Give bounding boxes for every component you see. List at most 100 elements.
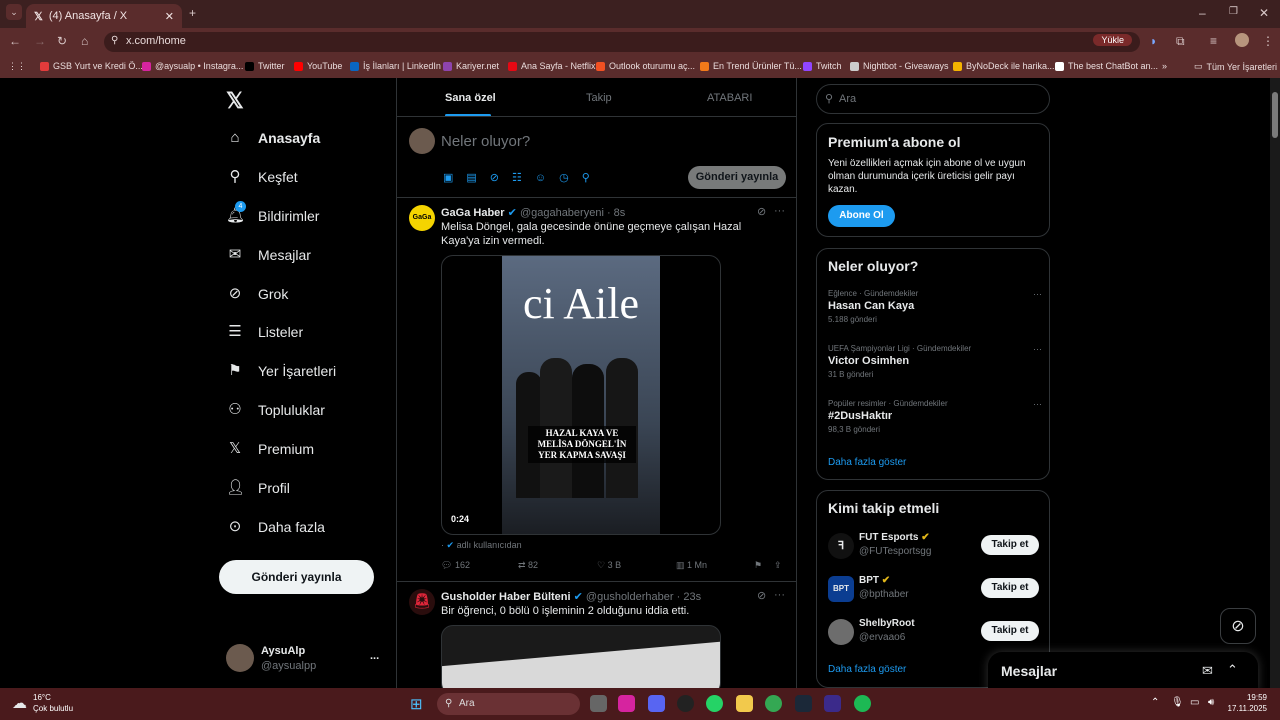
back-icon[interactable]: ←: [9, 34, 21, 48]
expand-icon[interactable]: ⌃: [1227, 662, 1238, 678]
sidebar-item-notifications[interactable]: 🔔︎ 4 Bildirimler: [226, 201, 319, 225]
sidebar-item-bookmarks[interactable]: ⚑ Yer İşaretleri: [226, 362, 336, 380]
whatsapp-app-icon[interactable]: [706, 695, 723, 712]
task-view-icon[interactable]: [590, 695, 607, 712]
sidebar-item-explore[interactable]: ⚲ Keşfet: [226, 168, 298, 186]
file-explorer-icon[interactable]: [736, 695, 753, 712]
chrome-app-icon[interactable]: [765, 695, 782, 712]
post-button[interactable]: Gönderi yayınla: [219, 560, 374, 594]
trend-more-icon[interactable]: ···: [1033, 399, 1042, 409]
bookmark-item[interactable]: İş İlanları | LinkedIn: [350, 61, 441, 71]
profile-avatar-icon[interactable]: [1235, 33, 1249, 47]
forward-icon[interactable]: →: [34, 34, 46, 48]
weather-temp[interactable]: 16°C: [33, 693, 51, 702]
bookmark-item[interactable]: Ana Sayfa - Netflix: [508, 61, 596, 71]
post-author[interactable]: GaGa Haber: [441, 207, 505, 219]
minimize-icon[interactable]: –: [1199, 6, 1206, 20]
follow-button[interactable]: Takip et: [981, 621, 1039, 641]
bookmark-item[interactable]: Twitch: [803, 61, 842, 71]
post-handle[interactable]: @gagahaberyeni: [520, 207, 604, 219]
scrollbar[interactable]: [1270, 78, 1280, 688]
sidebar-item-premium[interactable]: 𝕏 Premium: [226, 440, 314, 458]
bookmark-item[interactable]: Nightbot - Giveaways: [850, 61, 949, 71]
account-menu-icon[interactable]: ...: [370, 650, 379, 662]
microphone-icon[interactable]: 🎙︎: [1171, 697, 1184, 708]
user-avatar[interactable]: [226, 644, 254, 672]
close-window-icon[interactable]: ✕: [1259, 6, 1269, 20]
bookmark-item[interactable]: GSB Yurt ve Kredi Ö...: [40, 61, 143, 71]
tab-close-icon[interactable]: ✕: [165, 10, 174, 23]
weather-desc[interactable]: Çok bulutlu: [33, 704, 73, 713]
x-logo-icon[interactable]: 𝕏: [226, 88, 244, 114]
post-handle[interactable]: @gusholderhaber: [586, 591, 674, 603]
compose-input[interactable]: Neler oluyor?: [441, 133, 530, 150]
instagram-app-icon[interactable]: [618, 695, 635, 712]
tray-chevron-icon[interactable]: ⌃: [1151, 697, 1159, 708]
follow-name[interactable]: ShelbyRoot: [859, 618, 915, 629]
sidebar-item-messages[interactable]: ✉ Mesajlar: [226, 246, 311, 264]
sidebar-item-lists[interactable]: ☰ Listeler: [226, 323, 303, 341]
post-video[interactable]: ci Aile HAZAL KAYA VE MELİSA DÖNGEL'İN Y…: [441, 255, 721, 535]
bookmark-item[interactable]: Twitter: [245, 61, 285, 71]
grok-fab-icon[interactable]: ⊘: [1220, 608, 1256, 644]
riot-app-icon[interactable]: [824, 695, 841, 712]
bookmark-item[interactable]: @aysualp • Instagra...: [142, 61, 243, 71]
bookmark-item[interactable]: Outlook oturumu aç...: [596, 61, 695, 71]
reading-list-icon[interactable]: ≡: [1210, 34, 1217, 48]
new-message-icon[interactable]: ✉: [1202, 663, 1213, 679]
views-button[interactable]: ▥ 1 Mn: [676, 560, 707, 571]
follow-button[interactable]: Takip et: [981, 535, 1039, 555]
repost-button[interactable]: ⇄ 82: [518, 560, 538, 571]
grok-explain-icon[interactable]: ⊘: [757, 205, 766, 218]
bookmark-item[interactable]: The best ChatBot an...: [1055, 61, 1158, 71]
site-info-icon[interactable]: ⚲: [111, 35, 118, 46]
extension-icon[interactable]: ◗: [1150, 34, 1157, 48]
apps-icon[interactable]: ⋮⋮: [8, 61, 26, 72]
follow-show-more[interactable]: Daha fazla göster: [828, 664, 906, 675]
trend-more-icon[interactable]: ···: [1033, 344, 1042, 354]
shelby-avatar[interactable]: [828, 619, 854, 645]
tab-search-icon[interactable]: ⌄: [6, 4, 22, 20]
home-icon[interactable]: ⌂: [81, 34, 88, 48]
sidebar-item-profile[interactable]: 👤︎ Profil: [226, 479, 290, 497]
trend-item[interactable]: UEFA Şampiyonlar Ligi · Gündemdekiler Vi…: [828, 344, 1042, 379]
fut-avatar-icon[interactable]: ꟻ: [828, 533, 854, 559]
scrollbar-thumb[interactable]: [1272, 92, 1278, 138]
bookmark-item[interactable]: En Trend Ürünler Tü...: [700, 61, 802, 71]
steam-app-icon[interactable]: [795, 695, 812, 712]
trend-more-icon[interactable]: ···: [1033, 289, 1042, 299]
clock-date[interactable]: 17.11.2025: [1222, 704, 1267, 713]
search-input[interactable]: ⚲ Ara: [816, 84, 1050, 114]
extensions-icon[interactable]: ⧉: [1176, 34, 1185, 49]
bpt-avatar-icon[interactable]: BPT: [828, 576, 854, 602]
browser-tab[interactable]: 𝕏 (4) Anasayfa / X ✕: [26, 4, 182, 28]
compose-toolbar-icons[interactable]: ▣▤⊘☷☺◷⚲: [443, 171, 603, 184]
trend-item[interactable]: Eğlence · Gündemdekiler Hasan Can Kaya 5…: [828, 289, 1042, 324]
start-icon[interactable]: ⊞: [410, 695, 423, 713]
update-button[interactable]: Yükle: [1093, 34, 1132, 46]
sidebar-item-more[interactable]: ⊙ Daha fazla: [226, 518, 325, 536]
clock-time[interactable]: 19:59: [1229, 693, 1267, 702]
post-avatar-siren-icon[interactable]: 🚨︎: [409, 589, 435, 615]
like-button[interactable]: ♡ 3 B: [597, 560, 621, 571]
bookmark-post-icon[interactable]: ⚑: [754, 560, 762, 571]
sidebar-item-grok[interactable]: ⊘ Grok: [226, 285, 289, 303]
post-more-icon[interactable]: ···: [774, 205, 785, 217]
follow-name[interactable]: BPT ✔: [859, 575, 890, 586]
bookmark-item[interactable]: Kariyer.net: [443, 61, 499, 71]
volume-icon[interactable]: 🔊︎: [1208, 697, 1214, 708]
network-icon[interactable]: ▭: [1190, 697, 1199, 708]
spotify-app-icon[interactable]: [854, 695, 871, 712]
bookmarks-overflow-icon[interactable]: »: [1162, 61, 1167, 71]
taskbar-search[interactable]: ⚲ Ara: [437, 693, 580, 715]
follow-name[interactable]: FUT Esports ✔: [859, 532, 930, 543]
compose-post-button[interactable]: Gönderi yayınla: [688, 166, 786, 189]
bookmark-item[interactable]: YouTube: [294, 61, 342, 71]
trends-show-more[interactable]: Daha fazla göster: [828, 457, 906, 468]
tab-atabari[interactable]: ATABARI: [707, 92, 752, 104]
share-icon[interactable]: ⇪: [774, 560, 782, 571]
restore-icon[interactable]: ❐: [1229, 6, 1238, 17]
address-bar[interactable]: ⚲ x.com/home Yükle: [104, 32, 1140, 52]
menu-icon[interactable]: ⋮: [1262, 34, 1274, 48]
new-tab-icon[interactable]: +: [189, 6, 196, 20]
